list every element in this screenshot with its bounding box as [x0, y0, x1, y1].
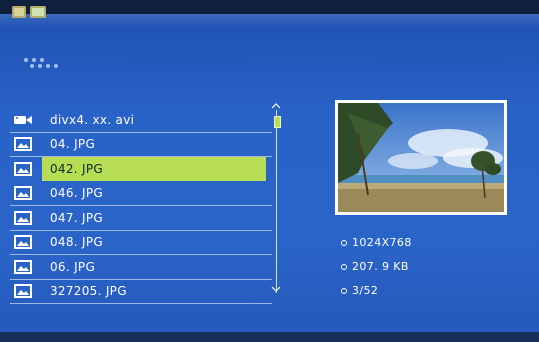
- top-accent: [0, 14, 539, 28]
- photo-icon: [12, 282, 34, 300]
- file-row[interactable]: 06. JPG: [10, 255, 272, 280]
- file-row[interactable]: divx4. xx. avi: [10, 108, 272, 133]
- resolution-value: 1024X768: [352, 236, 412, 249]
- file-label: 042. JPG: [50, 161, 104, 176]
- bullet-icon: [341, 239, 347, 246]
- file-label: 048. JPG: [50, 235, 104, 250]
- file-label: 327205. JPG: [50, 284, 127, 299]
- scroll-down-arrow-icon[interactable]: [270, 284, 284, 296]
- file-label: 046. JPG: [50, 186, 104, 201]
- file-row[interactable]: 048. JPG: [10, 231, 272, 255]
- preview-photo: [338, 103, 504, 212]
- bottom-frame: [0, 332, 539, 342]
- position-value: 3/52: [352, 284, 379, 297]
- photo-icon: [12, 184, 34, 202]
- file-row[interactable]: 047. JPG: [10, 206, 272, 231]
- file-row[interactable]: 046. JPG: [10, 182, 272, 206]
- decorative-dots: [24, 58, 58, 68]
- position-info: 3/52: [341, 284, 378, 297]
- file-row[interactable]: 327205. JPG: [10, 280, 272, 304]
- file-size-value: 207. 9 KB: [352, 260, 409, 273]
- folder-icon[interactable]: [12, 6, 26, 18]
- photo-icon: [12, 209, 34, 227]
- image-preview: [335, 100, 507, 215]
- resolution-info: 1024X768: [341, 236, 412, 249]
- video-camera-icon: [12, 111, 34, 129]
- file-label: 047. JPG: [50, 210, 104, 225]
- file-row[interactable]: 04. JPG: [10, 133, 272, 157]
- photo-icon: [12, 160, 34, 178]
- top-frame: [0, 0, 539, 14]
- file-label: divx4. xx. avi: [50, 112, 135, 127]
- photo-icon: [12, 135, 34, 153]
- bullet-icon: [341, 263, 347, 270]
- file-list: divx4. xx. avi 04. JPG 042. JPG 046. JPG…: [10, 108, 272, 304]
- top-toolbar: [12, 6, 46, 18]
- scrollbar-track[interactable]: [276, 110, 283, 293]
- scrollbar-thumb[interactable]: [274, 116, 281, 128]
- photo-icon: [12, 258, 34, 276]
- photo-icon: [12, 233, 34, 251]
- photo-folder-icon[interactable]: [30, 6, 46, 18]
- file-label: 04. JPG: [50, 137, 96, 152]
- file-row-selected[interactable]: 042. JPG: [10, 157, 272, 182]
- bullet-icon: [341, 287, 347, 294]
- file-label: 06. JPG: [50, 259, 96, 274]
- file-size-info: 207. 9 KB: [341, 260, 409, 273]
